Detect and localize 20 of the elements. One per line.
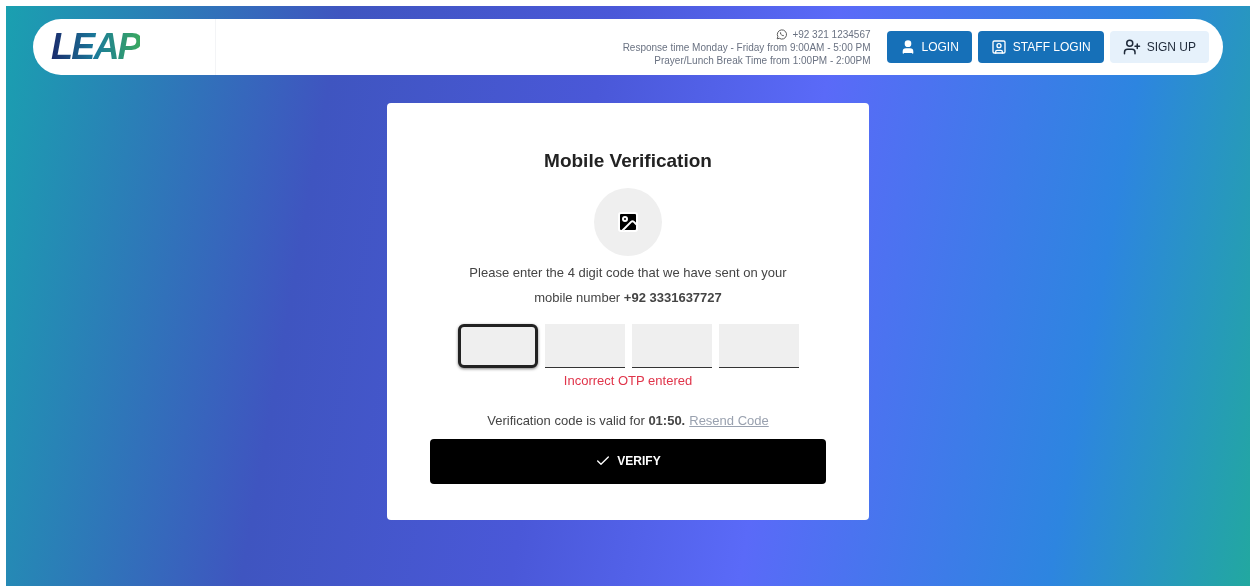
whatsapp-icon: [775, 27, 789, 41]
resend-code-link[interactable]: Resend Code: [689, 411, 769, 431]
response-hours: Response time Monday - Friday from 9:00AM - 5:00 PM: [622, 40, 871, 54]
instruction-text: Please enter the 4 digit code that we have sent on your mobile number +92 3331637727: [468, 263, 788, 307]
card-title: Mobile Verification: [544, 149, 712, 173]
break-hours: Prayer/Lunch Break Time from 1:00PM - 2:00PM: [654, 53, 871, 67]
otp-digit-field[interactable]: [718, 323, 799, 368]
error-message: Incorrect OTP entered: [563, 371, 693, 390]
otp-digit-field[interactable]: [457, 323, 538, 368]
sign-up-button[interactable]: SIGN UP: [1109, 31, 1209, 63]
login-button[interactable]: STAFF LOGIN: [977, 31, 1104, 63]
phone-number: +92 321 1234567: [792, 27, 871, 41]
validity-text: Verification code is valid for 01:50.: [487, 412, 686, 430]
otp-digit-field[interactable]: [631, 323, 712, 368]
image-icon: [616, 209, 640, 234]
login-button[interactable]: LOGIN: [886, 31, 972, 63]
otp-digit-field[interactable]: [544, 323, 625, 368]
add-user-icon: [1122, 38, 1141, 56]
id-card-icon: [990, 39, 1007, 55]
verify-button[interactable]: VERIFY: [430, 438, 826, 484]
